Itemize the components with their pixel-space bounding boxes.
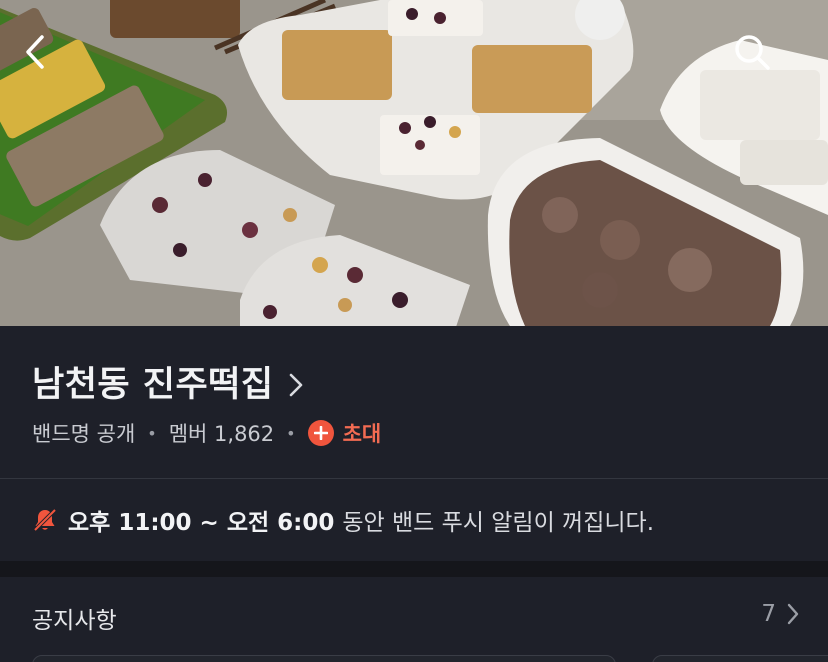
band-meta: 밴드명 공개 • 멤버 1,862 • 초대 xyxy=(32,418,381,448)
chevron-right-icon xyxy=(787,603,799,625)
chevron-left-icon xyxy=(26,35,44,69)
section-gap xyxy=(0,561,828,577)
search-button[interactable] xyxy=(732,32,788,88)
push-off-notice: 오후 11:00 ~ 오전 6:00 동안 밴드 푸시 알림이 꺼집니다. xyxy=(0,479,828,561)
notice-count: 7 xyxy=(761,601,776,627)
rice-cake-photo xyxy=(0,0,828,326)
invite-label: 초대 xyxy=(342,422,382,446)
push-off-message: 동안 밴드 푸시 알림이 꺼집니다. xyxy=(342,510,655,536)
band-title-link[interactable]: 남천동 진주떡집 xyxy=(32,356,304,407)
notice-card[interactable] xyxy=(32,655,616,662)
bell-off-icon xyxy=(32,507,58,533)
notice-title: 공지사항 xyxy=(32,608,117,634)
cover-photo xyxy=(0,0,828,326)
separator-dot: • xyxy=(147,423,157,443)
member-count: 멤버 1,862 xyxy=(168,422,275,446)
band-header: 남천동 진주떡집 밴드명 공개 • 멤버 1,862 • 초대 xyxy=(0,326,828,478)
invite-button[interactable]: 초대 xyxy=(307,418,382,448)
notice-more-button[interactable]: 7 xyxy=(761,601,800,627)
chevron-right-icon xyxy=(289,373,302,396)
back-button[interactable] xyxy=(24,34,80,90)
separator-dot: • xyxy=(286,423,296,443)
visibility-label: 밴드명 공개 xyxy=(32,422,136,446)
notice-card[interactable] xyxy=(652,655,828,662)
band-name: 남천동 진주떡집 xyxy=(32,365,274,405)
search-icon xyxy=(735,35,770,70)
push-off-time: 오후 11:00 ~ 오전 6:00 xyxy=(68,510,335,536)
notice-section: 공지사항 7 xyxy=(0,577,828,662)
plus-icon xyxy=(307,420,334,446)
